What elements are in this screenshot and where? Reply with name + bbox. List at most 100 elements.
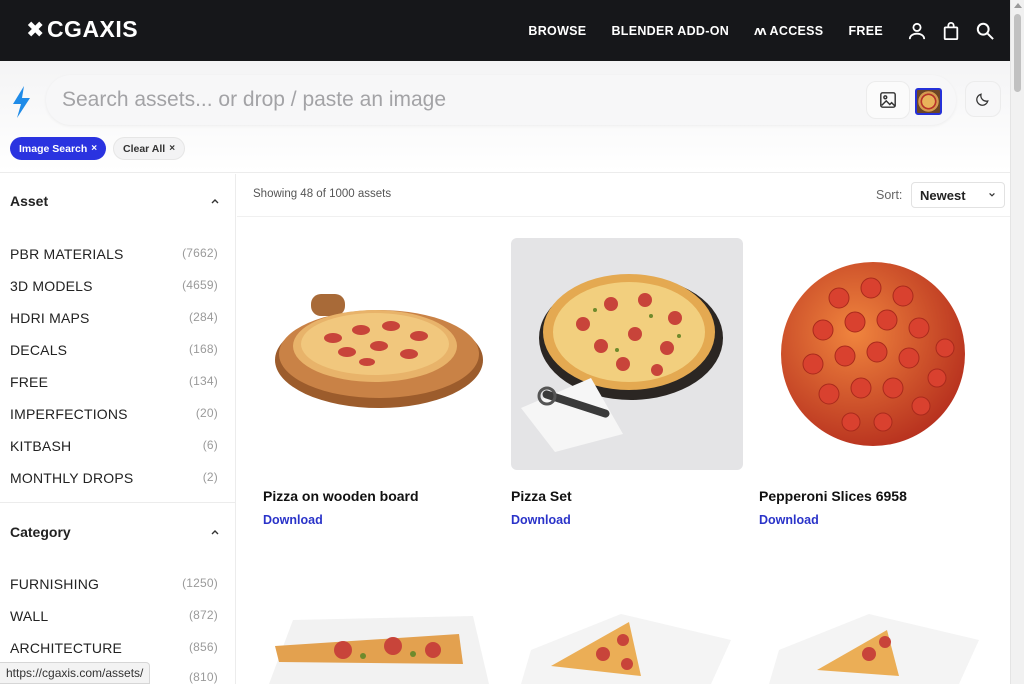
sidebar-item-count: (168) (188, 342, 218, 356)
sidebar-item-count: (284) (188, 310, 218, 324)
image-search-chip-label: Image Search (19, 142, 88, 155)
asset-thumbnail[interactable] (759, 238, 991, 470)
dark-mode-toggle[interactable] (965, 81, 1001, 117)
asset-card[interactable]: Pepperoni Slices 6958 Download (759, 238, 991, 527)
moon-icon (976, 93, 989, 106)
status-bar: https://cgaxis.com/assets/ (0, 662, 151, 684)
logo-text: CGAXIS (46, 16, 139, 42)
search-icon[interactable] (976, 22, 994, 40)
sidebar-item-label: IMPERFECTIONS (10, 406, 128, 422)
results-header: Showing 48 of 1000 assets Sort: Newest (237, 174, 1010, 217)
sidebar-item-label: ARCHITECTURE (10, 640, 123, 656)
sidebar-item-label: HDRI MAPS (10, 310, 90, 326)
clear-all-chip[interactable]: Clear All × (113, 137, 186, 160)
results-count: Showing 48 of 1000 assets (253, 188, 392, 200)
asset-thumbnail-partial[interactable] (511, 610, 743, 684)
download-link[interactable]: Download (759, 513, 991, 527)
logo-x-icon: ✖ (26, 16, 45, 42)
image-search-button[interactable] (866, 81, 910, 119)
sidebar-item-monthly-drops[interactable]: MONTHLY DROPS (2) (10, 470, 218, 486)
asset-card[interactable]: Pizza Set Download (511, 238, 743, 527)
sidebar-item-count: (810) (188, 670, 218, 684)
asset-filter-header[interactable]: Asset (10, 193, 220, 209)
sidebar-item-3d-models[interactable]: 3D MODELS (4659) (10, 278, 218, 294)
nav-browse[interactable]: BROWSE (528, 24, 586, 38)
sidebar-item-count: (2) (202, 470, 218, 484)
sidebar-item-label: WALL (10, 608, 49, 624)
asset-title[interactable]: Pizza on wooden board (263, 488, 495, 504)
sidebar-item-count: (7662) (182, 246, 218, 260)
nav-free[interactable]: FREE (848, 24, 883, 38)
nav-access[interactable]: ʌʌ ACCESS (754, 23, 823, 38)
scroll-up-arrow[interactable] (1014, 3, 1022, 8)
sidebar-item-pbr-materials[interactable]: PBR MATERIALS (7662) (10, 246, 218, 262)
bag-icon[interactable] (942, 21, 960, 40)
sidebar-item-furnishing[interactable]: FURNISHING (1250) (10, 576, 218, 592)
page-scrollbar[interactable] (1010, 0, 1024, 684)
search-band: Image Search × Clear All × (0, 61, 1010, 173)
close-icon: × (169, 143, 176, 154)
sidebar-item-count: (134) (188, 374, 218, 388)
asset-thumbnail-partial[interactable] (263, 610, 495, 684)
sidebar-item-count: (872) (188, 608, 218, 622)
user-icon[interactable] (908, 22, 926, 40)
sidebar-item-imperfections[interactable]: IMPERFECTIONS (20) (10, 406, 218, 422)
sidebar-item-label: 3D MODELS (10, 278, 93, 294)
image-icon (880, 92, 896, 108)
access-icon: ʌʌ (754, 23, 767, 38)
uploaded-image-thumbnail[interactable] (915, 88, 942, 115)
lightning-icon (13, 86, 30, 118)
nav-access-label: ACCESS (769, 23, 824, 38)
search-input[interactable] (62, 85, 852, 115)
sidebar-item-count: (20) (195, 406, 218, 420)
chevron-up-icon (211, 530, 219, 535)
search-box (46, 75, 956, 125)
sort-label: Sort: (876, 188, 903, 202)
chevron-up-icon (211, 199, 219, 204)
pepperoni-sphere-image (759, 238, 991, 470)
asset-title[interactable]: Pepperoni Slices 6958 (759, 488, 991, 504)
nav-links: BROWSE BLENDER ADD-ON ʌʌ ACCESS FREE (528, 0, 1010, 61)
asset-card[interactable]: Pizza on wooden board Download (263, 238, 495, 527)
asset-title[interactable]: Pizza Set (511, 488, 743, 504)
asset-thumbnail-partial[interactable] (759, 610, 991, 684)
asset-thumbnail[interactable] (263, 238, 495, 470)
nav-blender-addon[interactable]: BLENDER ADD-ON (611, 24, 729, 38)
download-link[interactable]: Download (511, 513, 743, 527)
clear-all-label: Clear All (123, 142, 166, 155)
sort-value: Newest (920, 187, 966, 203)
sidebar-item-label: PBR MATERIALS (10, 246, 124, 262)
top-navbar: ✖ CGAXIS BROWSE BLENDER ADD-ON ʌʌ ACCESS… (0, 0, 1010, 61)
close-icon[interactable]: × (91, 143, 97, 154)
sidebar-item-label: FURNISHING (10, 576, 100, 592)
cgaxis-logo[interactable]: ✖ CGAXIS (26, 16, 138, 43)
status-url: https://cgaxis.com/assets/ (6, 666, 144, 680)
download-link[interactable]: Download (263, 513, 495, 527)
sidebar-item-decals[interactable]: DECALS (168) (10, 342, 218, 358)
sidebar-item-label: DECALS (10, 342, 68, 358)
image-search-chip[interactable]: Image Search × (10, 137, 107, 160)
category-filter-header[interactable]: Category (10, 524, 220, 540)
sort-select[interactable]: Newest (911, 182, 1005, 208)
sidebar-item-count: (1250) (182, 576, 218, 590)
asset-thumbnail[interactable] (511, 238, 743, 470)
sidebar-item-count: (4659) (182, 278, 218, 292)
sidebar-divider (0, 502, 236, 503)
chevron-down-icon (989, 192, 995, 197)
sidebar-item-count: (856) (188, 640, 218, 654)
sidebar-item-kitbash[interactable]: KITBASH (6) (10, 438, 218, 454)
pizza-board-image (263, 238, 495, 470)
scroll-thumb[interactable] (1014, 14, 1021, 92)
sidebar-item-label: KITBASH (10, 438, 72, 454)
sidebar-item-label: FREE (10, 374, 49, 390)
category-heading: Category (10, 524, 71, 540)
sidebar-item-free[interactable]: FREE (134) (10, 374, 218, 390)
sidebar-item-architecture[interactable]: ARCHITECTURE (856) (10, 640, 218, 656)
asset-heading: Asset (10, 193, 49, 209)
sidebar-item-wall[interactable]: WALL (872) (10, 608, 218, 624)
sidebar-item-label: MONTHLY DROPS (10, 470, 134, 486)
pizza-set-image (511, 238, 743, 470)
filter-sidebar: Asset PBR MATERIALS (7662) 3D MODELS (4659… (0, 174, 236, 684)
sidebar-item-hdri-maps[interactable]: HDRI MAPS (284) (10, 310, 218, 326)
sidebar-item-count: (6) (202, 438, 218, 452)
